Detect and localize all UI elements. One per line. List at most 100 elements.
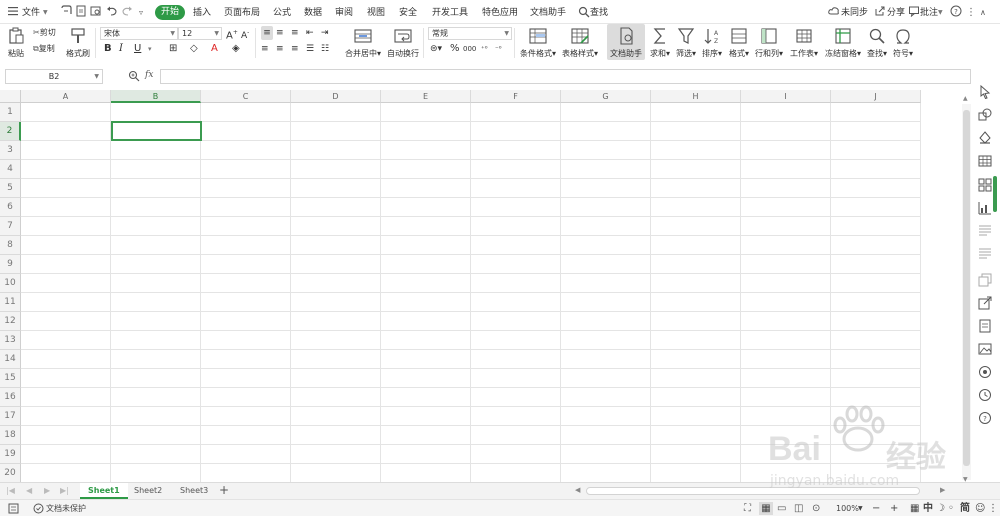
- next-sheet-icon[interactable]: ▶: [44, 486, 50, 495]
- font-name-select[interactable]: 宋体 ▼: [100, 27, 178, 40]
- column-header-j[interactable]: J: [831, 90, 921, 103]
- increase-font-icon[interactable]: A+: [226, 26, 238, 41]
- row-header-17[interactable]: 17: [0, 407, 21, 426]
- shapes-icon[interactable]: [978, 108, 992, 122]
- view-normal-icon[interactable]: ⛶: [744, 502, 751, 515]
- file-menu[interactable]: 文件: [22, 6, 40, 20]
- select-cursor-icon[interactable]: [978, 85, 992, 99]
- column-header-c[interactable]: C: [201, 90, 291, 103]
- location-icon[interactable]: [978, 365, 992, 379]
- cloud-sync-icon[interactable]: [828, 5, 840, 17]
- image-icon[interactable]: [978, 342, 992, 356]
- row-header-18[interactable]: 18: [0, 426, 21, 445]
- decrease-decimal-icon[interactable]: ⁻⁰: [495, 42, 502, 56]
- macro-record-icon[interactable]: [8, 503, 19, 514]
- undo-icon[interactable]: [106, 5, 118, 17]
- select-all-corner[interactable]: [0, 90, 21, 103]
- merge-center-button[interactable]: 合并居中▾: [342, 24, 384, 60]
- row-header-15[interactable]: 15: [0, 369, 21, 388]
- sync-status[interactable]: 未同步: [841, 6, 868, 20]
- row-header-1[interactable]: 1: [0, 103, 21, 122]
- column-header-b[interactable]: B: [111, 90, 201, 103]
- increase-decimal-icon[interactable]: ⁺⁰: [481, 42, 488, 56]
- tab-page-layout[interactable]: 页面布局: [224, 6, 260, 20]
- text-lines-icon[interactable]: [978, 223, 992, 237]
- comment-button[interactable]: 批注: [920, 6, 938, 20]
- file-chevron-down-icon[interactable]: ▼: [43, 6, 48, 20]
- tab-security[interactable]: 安全: [399, 6, 417, 20]
- help-icon[interactable]: ?: [950, 5, 962, 17]
- clear-format-icon[interactable]: ◈: [232, 42, 240, 56]
- align-bottom-icon[interactable]: ≡: [291, 26, 299, 40]
- align-left-icon[interactable]: ≡: [261, 42, 269, 56]
- tab-view[interactable]: 视图: [367, 6, 385, 20]
- sheet-tab-1[interactable]: Sheet1: [80, 483, 128, 499]
- column-header-f[interactable]: F: [471, 90, 561, 103]
- document-icon[interactable]: [978, 319, 992, 333]
- row-header-14[interactable]: 14: [0, 350, 21, 369]
- share-icon[interactable]: [874, 5, 886, 17]
- quick-access-more-icon[interactable]: ▿: [139, 6, 143, 20]
- column-header-e[interactable]: E: [381, 90, 471, 103]
- row-header-10[interactable]: 10: [0, 274, 21, 293]
- border-icon[interactable]: ⊞: [169, 42, 177, 56]
- tab-formulas[interactable]: 公式: [273, 6, 291, 20]
- row-header-2[interactable]: 2: [0, 122, 21, 141]
- comment-icon[interactable]: [908, 5, 920, 17]
- column-header-a[interactable]: A: [21, 90, 111, 103]
- sheet-tab-2[interactable]: Sheet2: [126, 483, 170, 499]
- align-right-icon[interactable]: ≡: [291, 42, 299, 56]
- align-center-icon[interactable]: ≡: [276, 42, 284, 56]
- row-header-19[interactable]: 19: [0, 445, 21, 464]
- thousands-icon[interactable]: 000: [463, 42, 476, 56]
- last-sheet-icon[interactable]: ▶|: [60, 486, 69, 495]
- wrap-text-button[interactable]: 自动换行: [386, 24, 420, 60]
- paste-button[interactable]: 粘贴: [4, 24, 28, 60]
- selected-cell[interactable]: [111, 121, 202, 141]
- fill-color-icon[interactable]: ◇: [190, 42, 198, 56]
- freeze-panes-button[interactable]: 冻结窗格▾: [823, 24, 863, 60]
- format-button[interactable]: 格式▾: [727, 24, 751, 60]
- bold-icon[interactable]: B: [104, 42, 112, 56]
- font-color-icon[interactable]: A: [211, 42, 218, 56]
- comment-chevron-down-icon[interactable]: ▼: [938, 6, 943, 20]
- name-box[interactable]: B2 ▼: [5, 69, 103, 84]
- tab-review[interactable]: 审阅: [335, 6, 353, 20]
- zoom-formula-icon[interactable]: [128, 70, 140, 82]
- symbol-button[interactable]: 符号▾: [891, 24, 915, 60]
- conditional-format-button[interactable]: 条件格式▾: [518, 24, 558, 60]
- row-header-12[interactable]: 12: [0, 312, 21, 331]
- row-header-16[interactable]: 16: [0, 388, 21, 407]
- underline-icon[interactable]: U: [134, 42, 141, 56]
- tab-special-features[interactable]: 特色应用: [482, 6, 518, 20]
- sheet-tab-3[interactable]: Sheet3: [172, 483, 216, 499]
- scroll-up-arrow-icon[interactable]: ▲: [963, 95, 968, 102]
- decrease-font-icon[interactable]: A-: [241, 26, 249, 41]
- justify-icon[interactable]: ☰: [306, 42, 314, 56]
- protect-status[interactable]: 文档未保护: [46, 502, 86, 515]
- export-pdf-icon[interactable]: [75, 5, 87, 17]
- prev-sheet-icon[interactable]: ◀: [26, 486, 32, 495]
- export-icon[interactable]: [978, 296, 992, 310]
- scroll-left-arrow-icon[interactable]: ◀: [575, 486, 580, 494]
- search-icon[interactable]: [578, 6, 590, 18]
- row-header-13[interactable]: 13: [0, 331, 21, 350]
- style-fill-icon[interactable]: [978, 131, 992, 145]
- chart-icon[interactable]: [978, 201, 992, 215]
- copy-pane-icon[interactable]: [978, 273, 992, 287]
- indent-increase-icon[interactable]: ⇥: [321, 26, 329, 40]
- find-button[interactable]: 查找▾: [865, 24, 889, 60]
- tab-developer[interactable]: 开发工具: [432, 6, 468, 20]
- underline-options-icon[interactable]: ▾: [148, 42, 152, 56]
- sort-button[interactable]: AZ 排序▾: [700, 24, 724, 60]
- filter-button[interactable]: 筛选▾: [674, 24, 698, 60]
- redo-icon[interactable]: [121, 5, 133, 17]
- cut-button[interactable]: ✂剪切: [33, 26, 56, 40]
- more-options-icon[interactable]: ⋮: [966, 6, 976, 20]
- first-sheet-icon[interactable]: |◀: [6, 486, 15, 495]
- column-header-i[interactable]: I: [741, 90, 831, 103]
- copy-button[interactable]: ⧉复制: [33, 42, 55, 56]
- distributed-icon[interactable]: ☷: [321, 42, 329, 56]
- tab-home[interactable]: 开始: [155, 5, 186, 20]
- column-header-h[interactable]: H: [651, 90, 741, 103]
